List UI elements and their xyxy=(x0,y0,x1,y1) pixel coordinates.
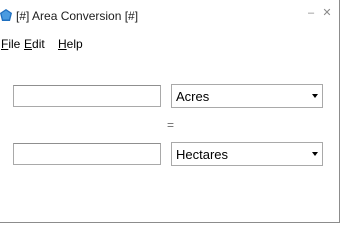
app-window-icon xyxy=(0,9,12,21)
menu-help-label: elp xyxy=(66,37,83,51)
minimize-button[interactable]: – xyxy=(304,6,318,20)
to-unit-value: Hectares xyxy=(176,147,229,162)
menu-bar: File Edit Help xyxy=(0,34,339,54)
menu-edit-mnemonic: E xyxy=(24,37,33,51)
area-conversion-window: [#] Area Conversion [#] – ✕ File Edit He… xyxy=(0,0,340,223)
title-bar[interactable]: [#] Area Conversion [#] – ✕ xyxy=(0,0,339,30)
menu-edit-label: dit xyxy=(32,37,45,51)
menu-help[interactable]: Help xyxy=(58,37,83,51)
from-unit-select[interactable]: Acres xyxy=(171,84,323,108)
equals-sign: = xyxy=(167,118,175,132)
window-title: [#] Area Conversion [#] xyxy=(16,9,139,23)
chevron-down-icon xyxy=(312,152,318,156)
menu-help-mnemonic: H xyxy=(58,37,67,51)
chevron-down-icon xyxy=(312,94,318,98)
menu-edit[interactable]: Edit xyxy=(24,37,45,51)
to-unit-select[interactable]: Hectares xyxy=(171,142,323,166)
from-unit-value: Acres xyxy=(176,89,210,104)
from-value-input[interactable] xyxy=(13,85,161,107)
menu-file-label: ile xyxy=(8,37,21,51)
to-value-input[interactable] xyxy=(13,143,161,165)
menu-file[interactable]: File xyxy=(1,37,20,51)
close-button[interactable]: ✕ xyxy=(320,6,334,20)
converter-panel: Acres = Hectares xyxy=(0,56,339,222)
